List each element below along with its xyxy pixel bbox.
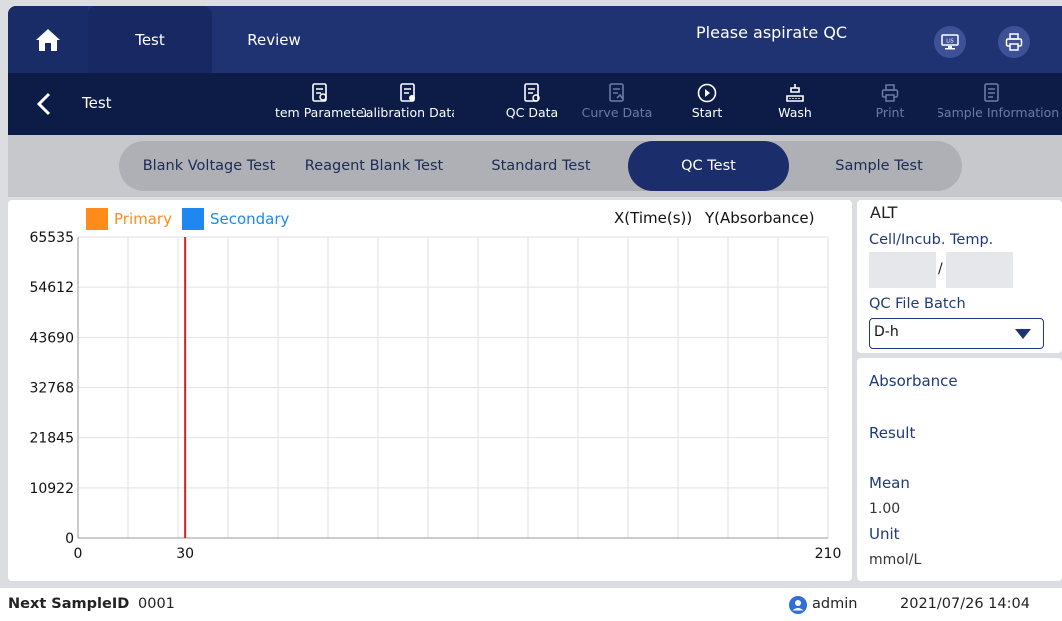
absorbance-label: Absorbance (869, 372, 958, 390)
calibration-data-label: Calibration Data (362, 105, 454, 120)
back-icon[interactable] (34, 92, 54, 116)
printer-button[interactable] (998, 26, 1030, 58)
toolbar: Test Item Parameter Calibration Data QC … (8, 73, 1062, 135)
cell-temp-field (869, 252, 936, 288)
wash-label: Wash (778, 105, 812, 120)
curve-data-button[interactable]: Curve Data (571, 81, 663, 129)
lis-icon: LIS (941, 34, 959, 50)
x-tick-label: 0 (74, 546, 83, 562)
home-button[interactable] (8, 6, 88, 73)
tab-standard-test[interactable]: Standard Test (471, 141, 611, 191)
qc-data-button[interactable]: QC Data (486, 81, 578, 129)
print-button[interactable]: Print (844, 81, 936, 129)
tab-sample-test[interactable]: Sample Test (799, 141, 959, 191)
unit-label: Unit (869, 525, 900, 543)
next-sample-label: Next SampleID (8, 596, 130, 612)
qc-batch-select[interactable]: D-h (869, 318, 1044, 349)
printer-icon (1005, 33, 1023, 51)
tab-review-label: Review (247, 30, 301, 49)
tab-qc-test[interactable]: QC Test (628, 141, 789, 191)
y-tick-label: 65535 (29, 230, 74, 246)
tab-reagent-blank-test-label: Reagent Blank Test (304, 158, 444, 174)
tab-blank-voltage-test[interactable]: Blank Voltage Test (125, 141, 293, 191)
item-parameter-label: Item Parameter (274, 105, 366, 120)
x-tick-label: 30 (176, 546, 194, 562)
tab-test[interactable]: Test (88, 6, 212, 73)
sample-information-icon (984, 83, 999, 102)
chevron-down-icon (1015, 329, 1031, 339)
datetime: 2021/07/26 14:04 (900, 596, 1030, 612)
curve-data-label: Curve Data (581, 105, 653, 120)
tab-sample-test-label: Sample Test (835, 158, 923, 174)
print-label: Print (875, 105, 905, 120)
mean-label: Mean (869, 474, 910, 492)
qc-data-icon (524, 83, 540, 102)
user-name[interactable]: admin (812, 596, 857, 612)
lis-button[interactable]: LIS (934, 26, 966, 58)
calibration-data-icon (400, 83, 415, 102)
result-label: Result (869, 424, 916, 442)
next-sample-value: 0001 (138, 596, 175, 612)
svg-text:LIS: LIS (946, 39, 953, 45)
start-label: Start (691, 105, 723, 120)
incub-temp-field (946, 252, 1013, 288)
mean-value: 1.00 (869, 501, 901, 517)
y-tick-label: 10922 (29, 481, 74, 497)
status-prompt: Please aspirate QC (696, 23, 848, 42)
tab-test-label: Test (135, 30, 165, 49)
tab-review[interactable]: Review (222, 6, 326, 73)
y-tick-label: 32768 (29, 380, 74, 396)
curve-data-icon (609, 83, 624, 102)
sample-information-label: Sample Information (938, 105, 1060, 120)
result-panel: Absorbance Result Mean 1.00 Unit mmol/L (857, 358, 1062, 581)
y-tick-label: 21845 (29, 431, 74, 447)
qc-batch-label: QC File Batch (869, 296, 966, 312)
item-parameter-button[interactable]: Item Parameter (274, 81, 366, 129)
calibration-data-button[interactable]: Calibration Data (362, 81, 454, 129)
tab-qc-test-label: QC Test (681, 158, 736, 174)
print-icon (881, 84, 899, 102)
item-parameter-icon (312, 83, 327, 102)
home-icon (36, 28, 60, 51)
tab-standard-test-label: Standard Test (491, 158, 591, 174)
chart-panel: Primary Secondary X(Time(s)) Y(Absorbanc… (8, 200, 852, 581)
unit-value: mmol/L (869, 552, 922, 568)
sample-information-button[interactable]: Sample Information (938, 81, 1062, 129)
start-button[interactable]: Start (661, 81, 753, 129)
user-icon (789, 596, 807, 614)
item-name: ALT (870, 203, 898, 222)
qc-info-panel: ALT Cell/Incub. Temp. / QC File Batch D-… (857, 200, 1062, 353)
y-tick-label: 43690 (29, 330, 74, 346)
wash-button[interactable]: Wash (749, 81, 841, 129)
toolbar-title: Test (82, 94, 112, 112)
y-tick-label: 54612 (29, 280, 74, 296)
test-tabs: Blank Voltage Test Reagent Blank Test St… (119, 141, 962, 191)
chart-plot: 0 10922 21845 32768 43690 54612 65535 0 30 210 (29, 230, 842, 562)
status-bar: Next SampleID 0001 admin 2021/07/26 14:0… (0, 588, 1062, 621)
qc-batch-value: D-h (874, 324, 899, 340)
top-bar: Test Review Please aspirate QC LIS (8, 6, 1062, 73)
qc-data-label: QC Data (505, 105, 559, 120)
tab-reagent-blank-test[interactable]: Reagent Blank Test (295, 141, 453, 191)
x-tick-label: 210 (815, 546, 842, 562)
tab-blank-voltage-test-label: Blank Voltage Test (142, 158, 276, 174)
test-tabs-strip: Blank Voltage Test Reagent Blank Test St… (8, 135, 1062, 197)
temp-label: Cell/Incub. Temp. (869, 232, 994, 248)
temp-separator: / (938, 261, 943, 277)
y-tick-label: 0 (65, 531, 74, 547)
wash-icon (786, 84, 804, 102)
start-icon (697, 83, 717, 103)
